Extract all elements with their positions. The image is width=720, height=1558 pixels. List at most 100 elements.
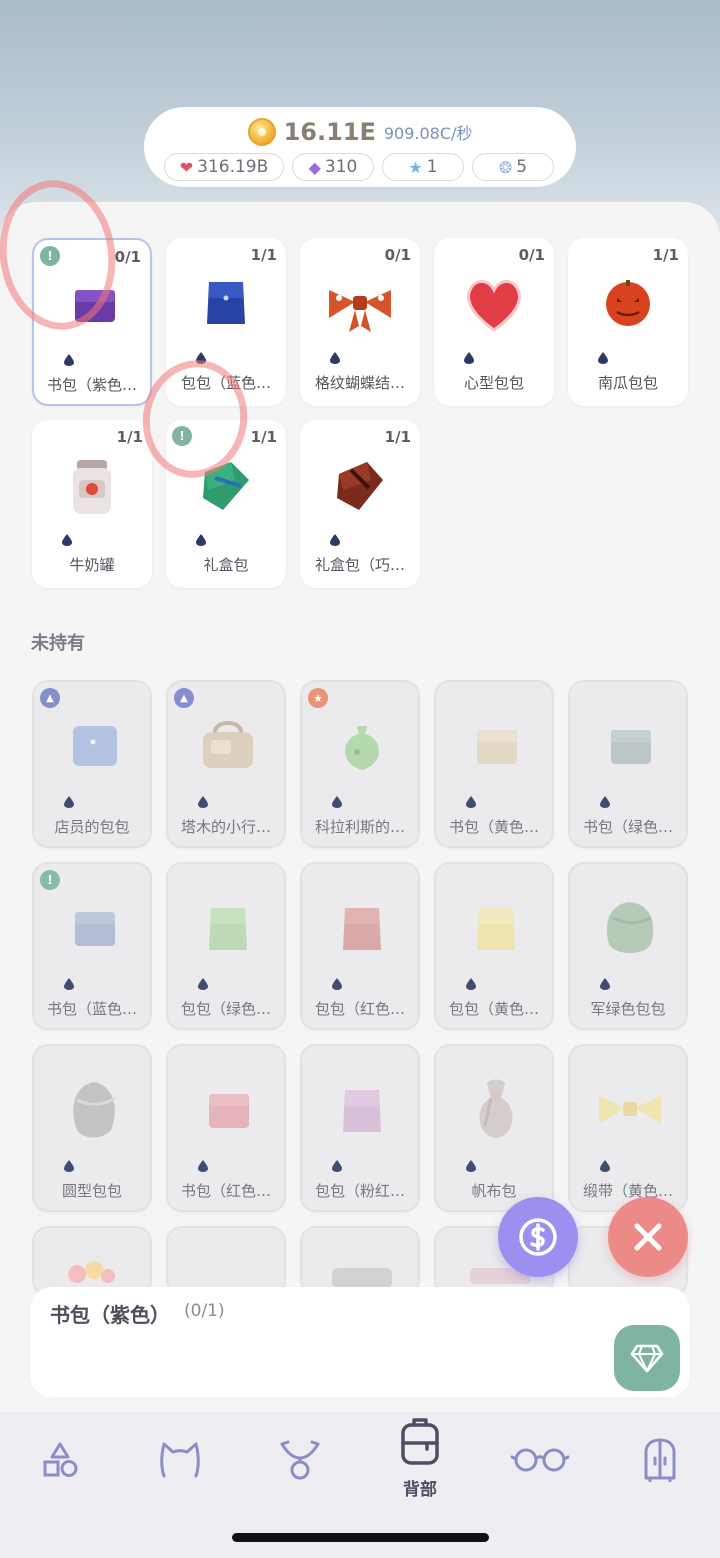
item-card-unowned[interactable]: ▲ 店员的包包	[32, 680, 152, 848]
item-name: 南瓜包包	[597, 374, 658, 392]
item-name: 店员的包包	[54, 818, 130, 836]
item-card-unowned[interactable]: 书包（黄色…	[434, 680, 554, 848]
item-name: 塔木的小行…	[180, 818, 271, 836]
item-card-unowned[interactable]: 军绿色包包	[568, 862, 688, 1030]
item-image	[595, 894, 665, 964]
sell-button[interactable]	[498, 1197, 578, 1277]
close-button[interactable]	[608, 1197, 688, 1277]
stars-value: 1	[426, 157, 438, 177]
resource-pills: ❤ 316.19B ◆ 310 ★ 1 ❂ 5	[164, 153, 556, 181]
item-card[interactable]: 0/1 心型包包	[434, 238, 554, 406]
detail-count: (0/1)	[184, 1301, 225, 1321]
shapes-icon	[43, 1442, 78, 1477]
item-image	[595, 712, 665, 782]
necklace-icon	[280, 1440, 320, 1480]
item-image	[461, 712, 531, 782]
orbs-value: 5	[516, 157, 528, 177]
heart-icon: ❤	[179, 157, 194, 177]
item-card-partial[interactable]	[166, 1226, 286, 1296]
nav-shapes[interactable]	[30, 1430, 90, 1490]
item-name: 牛奶罐	[69, 556, 115, 574]
item-card-unowned[interactable]: 书包（红色…	[166, 1044, 286, 1212]
close-icon	[634, 1223, 662, 1251]
item-name: 书包（红色…	[180, 1182, 271, 1200]
item-count: 1/1	[250, 246, 277, 264]
dye-drop-icon	[64, 1160, 74, 1172]
item-name: 书包（黄色…	[448, 818, 539, 836]
item-card-unowned[interactable]: ★ 科拉利斯的…	[300, 680, 420, 848]
gem-purchase-button[interactable]	[614, 1325, 680, 1391]
item-image	[461, 1076, 531, 1146]
item-name: 书包（绿色…	[582, 818, 673, 836]
item-image	[57, 450, 127, 520]
item-card-unowned[interactable]: 书包（绿色…	[568, 680, 688, 848]
wardrobe-icon	[644, 1438, 676, 1482]
item-name: 圆型包包	[61, 1182, 122, 1200]
item-name: 军绿色包包	[590, 1000, 666, 1018]
item-count: 0/1	[114, 248, 141, 266]
flower-icon	[62, 1258, 122, 1284]
hearts-pill[interactable]: ❤ 316.19B	[164, 153, 284, 181]
item-count: 1/1	[250, 428, 277, 446]
dye-drop-icon	[330, 352, 340, 364]
item-image	[327, 712, 397, 782]
item-image	[459, 268, 529, 338]
item-count: 1/1	[384, 428, 411, 446]
coin-amount: 16.11E	[283, 118, 376, 146]
dye-drop-icon	[64, 796, 74, 808]
item-card-unowned[interactable]: 帆布包	[434, 1044, 554, 1212]
item-count: 0/1	[384, 246, 411, 264]
item-card[interactable]: 1/1 牛奶罐	[32, 420, 152, 588]
nav-glasses[interactable]	[510, 1430, 570, 1490]
item-name: 心型包包	[463, 374, 524, 392]
item-card[interactable]: 1/1 礼盒包（巧…	[300, 420, 420, 588]
item-count: 1/1	[116, 428, 143, 446]
nav-active-label: 背部	[403, 1480, 437, 1500]
item-card-unowned[interactable]: 包包（黄色…	[434, 862, 554, 1030]
item-name: 格纹蝴蝶结…	[314, 374, 405, 392]
item-image	[59, 1076, 129, 1146]
item-image	[327, 894, 397, 964]
item-card-unowned[interactable]: 包包（红色…	[300, 862, 420, 1030]
item-count: 0/1	[518, 246, 545, 264]
dye-drop-icon	[198, 796, 208, 808]
gems-pill[interactable]: ◆ 310	[292, 153, 374, 181]
nav-necklace[interactable]	[270, 1430, 330, 1490]
item-card-partial[interactable]	[300, 1226, 420, 1296]
dye-drop-icon	[198, 1160, 208, 1172]
item-card-unowned[interactable]: ! 书包（蓝色…	[32, 862, 152, 1030]
item-card-unowned[interactable]: 包包（绿色…	[166, 862, 286, 1030]
orbs-pill[interactable]: ❂ 5	[472, 153, 554, 181]
item-card[interactable]: 0/1 格纹蝴蝶结…	[300, 238, 420, 406]
alert-badge-icon: !	[40, 870, 60, 890]
dye-drop-icon	[332, 1160, 342, 1172]
item-count: 1/1	[652, 246, 679, 264]
item-image	[193, 1076, 263, 1146]
item-image	[461, 894, 531, 964]
item-card-unowned[interactable]: 圆型包包	[32, 1044, 152, 1212]
nav-headwear[interactable]	[150, 1430, 210, 1490]
home-indicator[interactable]	[232, 1533, 489, 1542]
dye-drop-icon	[466, 1160, 476, 1172]
dye-drop-icon	[600, 1160, 610, 1172]
item-card-partial[interactable]	[32, 1226, 152, 1296]
item-card[interactable]: 1/1 南瓜包包	[568, 238, 688, 406]
item-card-unowned[interactable]: 包包（粉红…	[300, 1044, 420, 1212]
item-name: 包包（黄色…	[448, 1000, 539, 1018]
cat-badge-icon: ▲	[174, 688, 194, 708]
nav-wardrobe[interactable]	[630, 1430, 690, 1490]
dye-drop-icon	[64, 354, 74, 366]
item-name: 科拉利斯的…	[314, 818, 405, 836]
dye-drop-icon	[466, 796, 476, 808]
stars-pill[interactable]: ★ 1	[382, 153, 464, 181]
unowned-section-label: 未持有	[31, 633, 85, 654]
item-image	[595, 1076, 665, 1146]
diamond-icon: ◆	[308, 157, 321, 177]
orb-icon: ❂	[498, 157, 513, 177]
coin-row: 16.11E 909.08C/秒	[144, 117, 576, 147]
item-card-unowned[interactable]: 缎带（黄色…	[568, 1044, 688, 1212]
item-card-unowned[interactable]: ▲ 塔木的小行…	[166, 680, 286, 848]
nav-back[interactable]	[390, 1412, 450, 1472]
item-image	[59, 712, 129, 782]
hearts-value: 316.19B	[197, 157, 269, 177]
